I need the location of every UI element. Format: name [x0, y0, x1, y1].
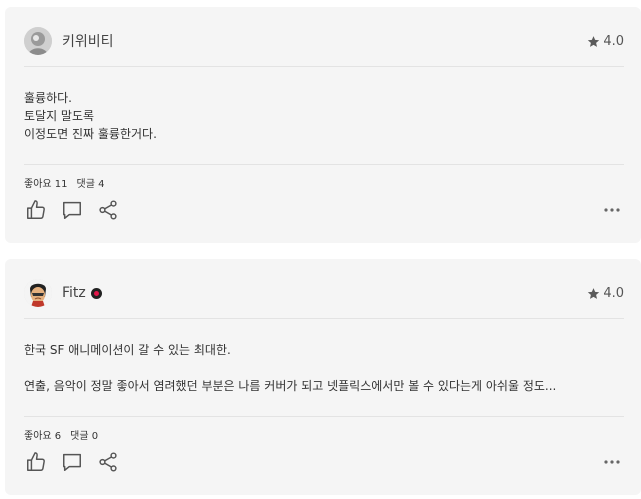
user-avatar[interactable]	[24, 279, 52, 307]
review-line: 토달지 말도록	[24, 109, 95, 123]
divider	[24, 164, 624, 165]
review-stats: 좋아요 6 댓글 0	[24, 427, 98, 442]
review-line: 이정도면 진짜 훌륭한거다.	[24, 127, 157, 141]
like-button[interactable]	[24, 450, 48, 474]
share-button[interactable]	[96, 450, 120, 474]
share-icon	[99, 452, 117, 472]
rating: 4.0	[587, 34, 624, 49]
review-header: Fitz 4.0	[24, 277, 624, 309]
review-text[interactable]: 한국 SF 애니메이션이 갈 수 있는 최대한. 연출, 음악이 정말 좋아서 …	[24, 341, 624, 395]
comment-count: 댓글 0	[70, 431, 99, 442]
rating: 4.0	[587, 286, 624, 301]
more-button[interactable]	[600, 450, 624, 474]
comment-button[interactable]	[60, 450, 84, 474]
star-icon	[588, 287, 600, 299]
comment-count: 댓글 4	[76, 179, 105, 190]
vip-badge-icon	[90, 287, 102, 299]
like-count: 좋아요 6	[24, 431, 62, 442]
divider	[24, 318, 624, 319]
username[interactable]: 키위비티	[62, 31, 114, 51]
divider	[24, 66, 624, 67]
action-bar	[24, 450, 624, 474]
review-card: Fitz 4.0 한국 SF 애니메이션이 갈 수 있는 최대한. 연출, 음악…	[5, 259, 641, 495]
divider	[24, 416, 624, 417]
more-dots-icon	[604, 208, 620, 212]
more-dots-icon	[604, 460, 620, 464]
thumbs-up-icon	[27, 200, 45, 219]
review-text[interactable]: 훌륭하다. 토달지 말도록 이정도면 진짜 훌륭한거다.	[24, 89, 624, 143]
username[interactable]: Fitz	[62, 285, 86, 301]
share-button[interactable]	[96, 198, 120, 222]
like-button[interactable]	[24, 198, 48, 222]
thumbs-up-icon	[27, 452, 45, 471]
review-stats: 좋아요 11 댓글 4	[24, 175, 104, 190]
comment-button[interactable]	[60, 198, 84, 222]
like-count: 좋아요 11	[24, 179, 68, 190]
speech-bubble-icon	[63, 453, 81, 471]
review-feed: 키위비티 4.0 훌륭하다. 토달지 말도록 이정도면 진짜 훌륭한거다. 좋아…	[0, 0, 641, 499]
user-avatar[interactable]	[24, 27, 52, 55]
more-button[interactable]	[600, 198, 624, 222]
share-icon	[99, 200, 117, 220]
speech-bubble-icon	[63, 201, 81, 219]
star-icon	[588, 35, 600, 47]
review-line: 한국 SF 애니메이션이 갈 수 있는 최대한.	[24, 343, 231, 357]
review-header: 키위비티 4.0	[24, 25, 624, 57]
rating-value: 4.0	[603, 33, 624, 49]
review-card: 키위비티 4.0 훌륭하다. 토달지 말도록 이정도면 진짜 훌륭한거다. 좋아…	[5, 7, 641, 243]
review-line: 연출, 음악이 정말 좋아서 염려했던 부분은 나름 커버가 되고 넷플릭스에서…	[24, 379, 557, 393]
action-bar	[24, 198, 624, 222]
review-line	[24, 359, 624, 377]
rating-value: 4.0	[603, 285, 624, 301]
review-line: 훌륭하다.	[24, 91, 72, 105]
